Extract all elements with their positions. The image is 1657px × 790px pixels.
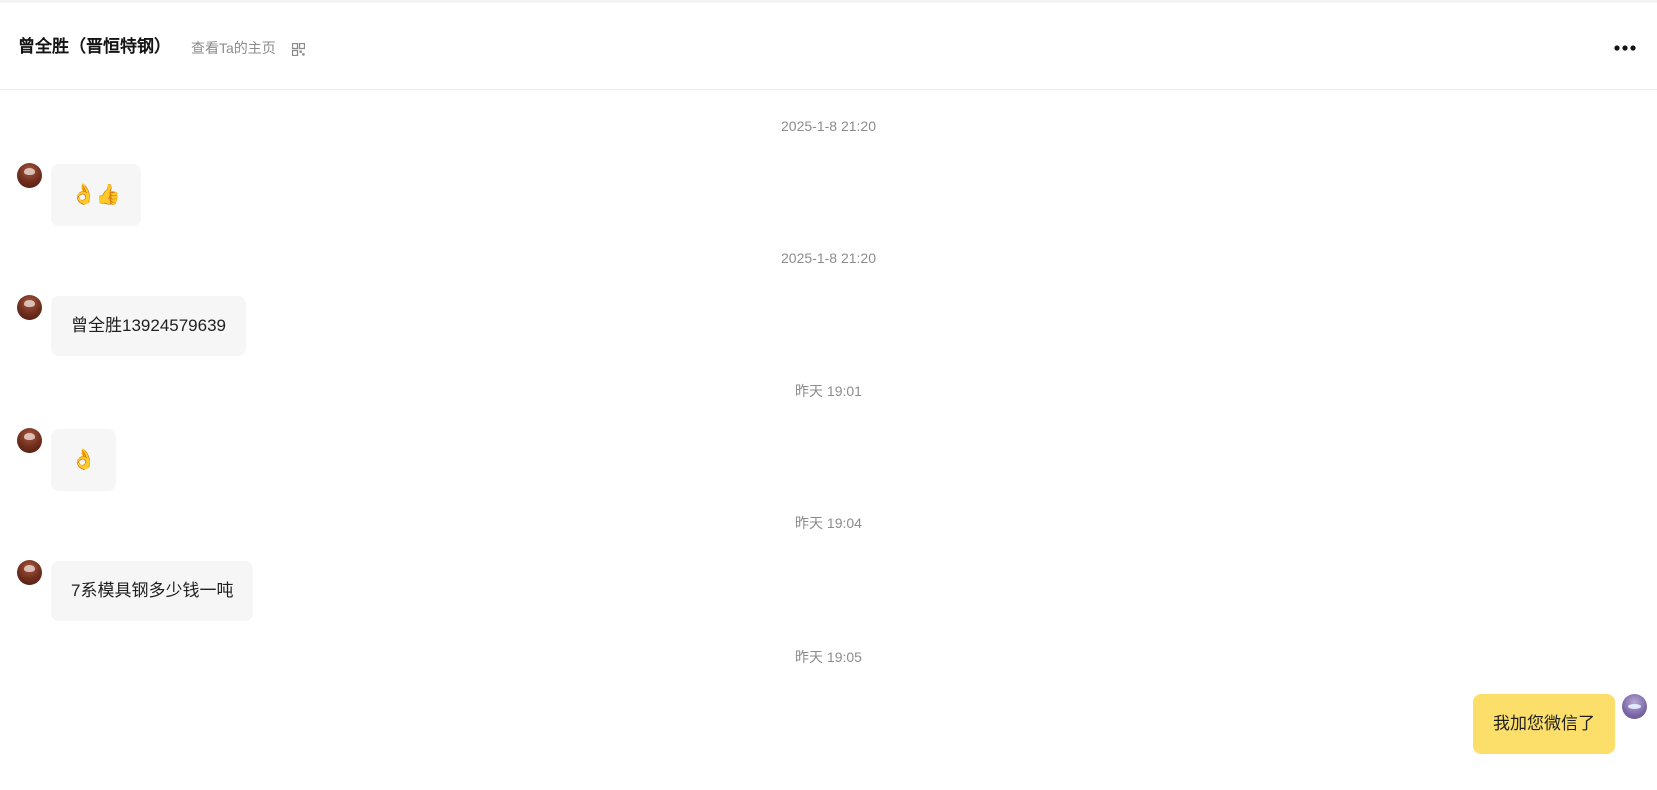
contact-avatar[interactable] (17, 428, 42, 453)
more-horizontal-icon[interactable] (1612, 39, 1638, 57)
message-timestamp: 昨天 19:04 (795, 515, 862, 531)
incoming-message-bubble[interactable]: 曾全胜13924579639 (51, 296, 247, 356)
contact-avatar[interactable] (17, 560, 42, 585)
chat-header: 曾全胜（晋恒特钢） 查看Ta的主页 (0, 3, 1657, 90)
view-profile-link[interactable]: 查看Ta的主页 (191, 39, 276, 57)
contact-avatar[interactable] (17, 163, 42, 188)
message-timestamp: 2025-1-8 21:20 (781, 118, 876, 134)
message-text: 我加您微信了 (1493, 714, 1595, 733)
my-avatar[interactable] (1622, 694, 1647, 719)
message-text: 7系模具钢多少钱一吨 (71, 581, 234, 600)
message-text: 曾全胜13924579639 (71, 316, 227, 335)
incoming-message-bubble[interactable]: 7系模具钢多少钱一吨 (51, 561, 254, 621)
message-emoji: 👌 (71, 447, 96, 471)
message-timestamp: 2025-1-8 21:20 (781, 250, 876, 266)
contact-avatar[interactable] (17, 295, 42, 320)
incoming-message-bubble[interactable]: 👌 (51, 429, 116, 491)
message-timestamp: 昨天 19:05 (795, 649, 862, 665)
outgoing-message-bubble[interactable]: 我加您微信了 (1473, 694, 1615, 754)
qr-code-icon[interactable] (292, 43, 305, 56)
contact-name[interactable]: 曾全胜（晋恒特钢） (18, 36, 171, 58)
chat-window: 曾全胜（晋恒特钢） 查看Ta的主页 2025-1-8 21:20 👌👍 2025… (0, 0, 1657, 790)
message-emoji: 👌👍 (71, 182, 121, 206)
message-timestamp: 昨天 19:01 (795, 383, 862, 399)
incoming-message-bubble[interactable]: 👌👍 (51, 164, 141, 226)
